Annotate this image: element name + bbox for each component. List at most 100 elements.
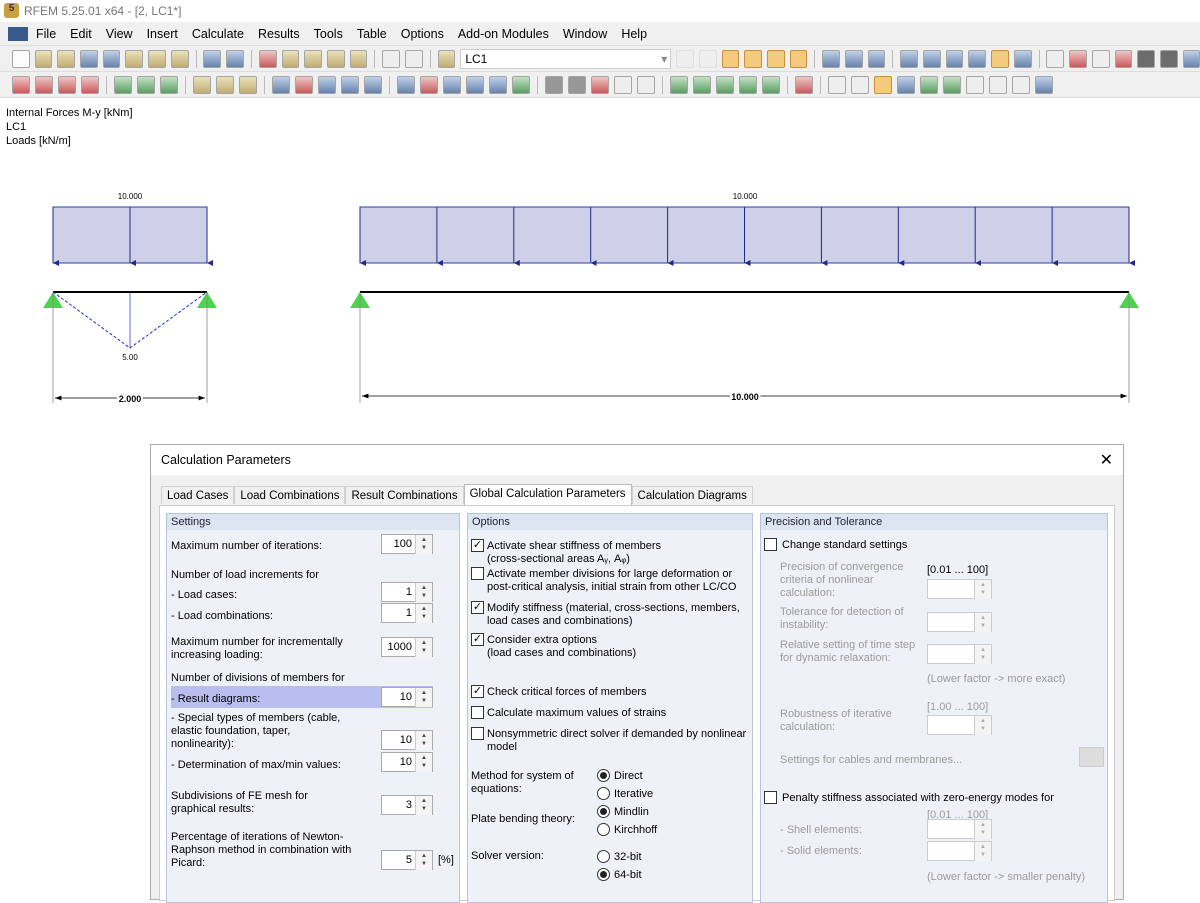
node-icon[interactable] [12, 76, 30, 94]
option-checkbox[interactable] [471, 706, 484, 719]
axes-icon[interactable] [762, 76, 780, 94]
mindlin-radio[interactable] [597, 805, 610, 818]
nodal-support-icon[interactable] [137, 76, 155, 94]
target-icon[interactable] [304, 50, 322, 68]
copy-icon[interactable] [1014, 50, 1032, 68]
line-icon[interactable] [35, 76, 53, 94]
kirchhoff-radio[interactable] [597, 823, 610, 836]
menu-calculate[interactable]: Calculate [192, 27, 244, 41]
solver-64bit-radio[interactable] [597, 868, 610, 881]
surface-icon[interactable] [272, 76, 290, 94]
save-icon[interactable] [103, 50, 121, 68]
next-icon[interactable] [699, 50, 717, 68]
results-icon[interactable] [722, 50, 740, 68]
tab-calculation-diagrams[interactable]: Calculation Diagrams [632, 486, 753, 504]
option-checkbox[interactable]: ✓ [471, 539, 484, 552]
plane-icon[interactable] [259, 50, 277, 68]
close-icon[interactable]: ✕ [1100, 450, 1113, 470]
menu-insert[interactable]: Insert [147, 27, 178, 41]
solid-elements-spinner[interactable] [927, 841, 992, 861]
set-icon[interactable] [364, 76, 382, 94]
change-settings-checkbox[interactable] [764, 538, 777, 551]
display-icon[interactable] [795, 76, 813, 94]
direct-radio[interactable] [597, 769, 610, 782]
result-values-icon[interactable] [744, 50, 762, 68]
open-icon[interactable] [35, 50, 53, 68]
tab-load-cases[interactable]: Load Cases [161, 486, 234, 504]
zoom-window-icon[interactable] [591, 76, 609, 94]
box-icon[interactable] [614, 76, 632, 94]
load-case-icon[interactable] [438, 50, 456, 68]
option-checkbox[interactable]: ✓ [471, 633, 484, 646]
instability-spinner[interactable] [927, 612, 992, 632]
menu-help[interactable]: Help [621, 27, 647, 41]
member-view-icon[interactable] [845, 50, 863, 68]
convergence-spinner[interactable] [927, 579, 992, 599]
database-icon[interactable] [80, 50, 98, 68]
option-checkbox[interactable]: ✓ [471, 685, 484, 698]
coordinate-icon[interactable] [216, 76, 234, 94]
delete-icon[interactable] [1115, 50, 1133, 68]
relaxation-spinner[interactable] [927, 644, 992, 664]
menu-window[interactable]: Window [563, 27, 607, 41]
newton-raphson-spinner[interactable]: 5 [381, 850, 433, 870]
free-load-icon[interactable] [512, 76, 530, 94]
snap-icon[interactable] [923, 50, 941, 68]
table-view-icon[interactable] [1035, 76, 1053, 94]
option-checkbox[interactable]: ✓ [471, 601, 484, 614]
result-numbers-icon[interactable] [790, 50, 808, 68]
lines-icon[interactable] [966, 76, 984, 94]
cables-settings-button[interactable] [1079, 747, 1104, 767]
surface-render-icon[interactable] [897, 76, 915, 94]
generate-icon[interactable] [397, 76, 415, 94]
nodes-icon[interactable] [989, 76, 1007, 94]
menu-addon-modules[interactable]: Add-on Modules [458, 27, 549, 41]
section-view-icon[interactable] [851, 76, 869, 94]
member-load-icon[interactable] [443, 76, 461, 94]
line-load-icon[interactable] [466, 76, 484, 94]
shell-elements-spinner[interactable] [927, 819, 992, 839]
undo-icon[interactable] [203, 50, 221, 68]
table-grid-icon[interactable] [405, 50, 423, 68]
max-min-spinner[interactable]: 10 [381, 752, 433, 772]
document-icon[interactable] [8, 27, 28, 41]
select-icon[interactable] [282, 50, 300, 68]
support-icon[interactable] [114, 76, 132, 94]
clipboard-icon[interactable] [125, 50, 143, 68]
robustness-spinner[interactable] [927, 715, 992, 735]
load-case-select[interactable]: LC1 [460, 49, 671, 69]
solid-icon[interactable] [341, 76, 359, 94]
tab-result-combinations[interactable]: Result Combinations [345, 486, 463, 504]
max-incremental-spinner[interactable]: 1000 [381, 637, 433, 657]
menu-options[interactable]: Options [401, 27, 444, 41]
new-icon[interactable] [12, 50, 30, 68]
window-icon[interactable] [350, 50, 368, 68]
add-selection-icon[interactable] [327, 50, 345, 68]
rotate-icon[interactable] [968, 50, 986, 68]
view-z-icon[interactable] [716, 76, 734, 94]
measure-icon[interactable] [1046, 50, 1064, 68]
calculate-icon[interactable] [545, 76, 563, 94]
dimension-icon[interactable] [193, 76, 211, 94]
supports-icon[interactable] [1012, 76, 1030, 94]
export-icon[interactable] [1183, 50, 1200, 68]
previous-icon[interactable] [676, 50, 694, 68]
solver-32bit-radio[interactable] [597, 850, 610, 863]
wireframe-icon[interactable] [828, 76, 846, 94]
special-members-spinner[interactable]: 10 [381, 730, 433, 750]
table-icon[interactable] [382, 50, 400, 68]
guideline-icon[interactable] [239, 76, 257, 94]
option-checkbox[interactable] [471, 727, 484, 740]
iso-icon[interactable] [637, 76, 655, 94]
load-combinations-spinner[interactable]: 1 [381, 603, 433, 623]
result-diagrams-spinner[interactable]: 10 [381, 687, 433, 707]
surface-load-icon[interactable] [318, 76, 336, 94]
view-icon[interactable] [822, 50, 840, 68]
zoom-icon[interactable] [568, 76, 586, 94]
print-preview-icon[interactable] [171, 50, 189, 68]
option-checkbox[interactable] [471, 567, 484, 580]
result-diagram-icon[interactable] [767, 50, 785, 68]
penalty-checkbox[interactable] [764, 791, 777, 804]
view-x-icon[interactable] [670, 76, 688, 94]
max-iterations-spinner[interactable]: 100 [381, 534, 433, 554]
